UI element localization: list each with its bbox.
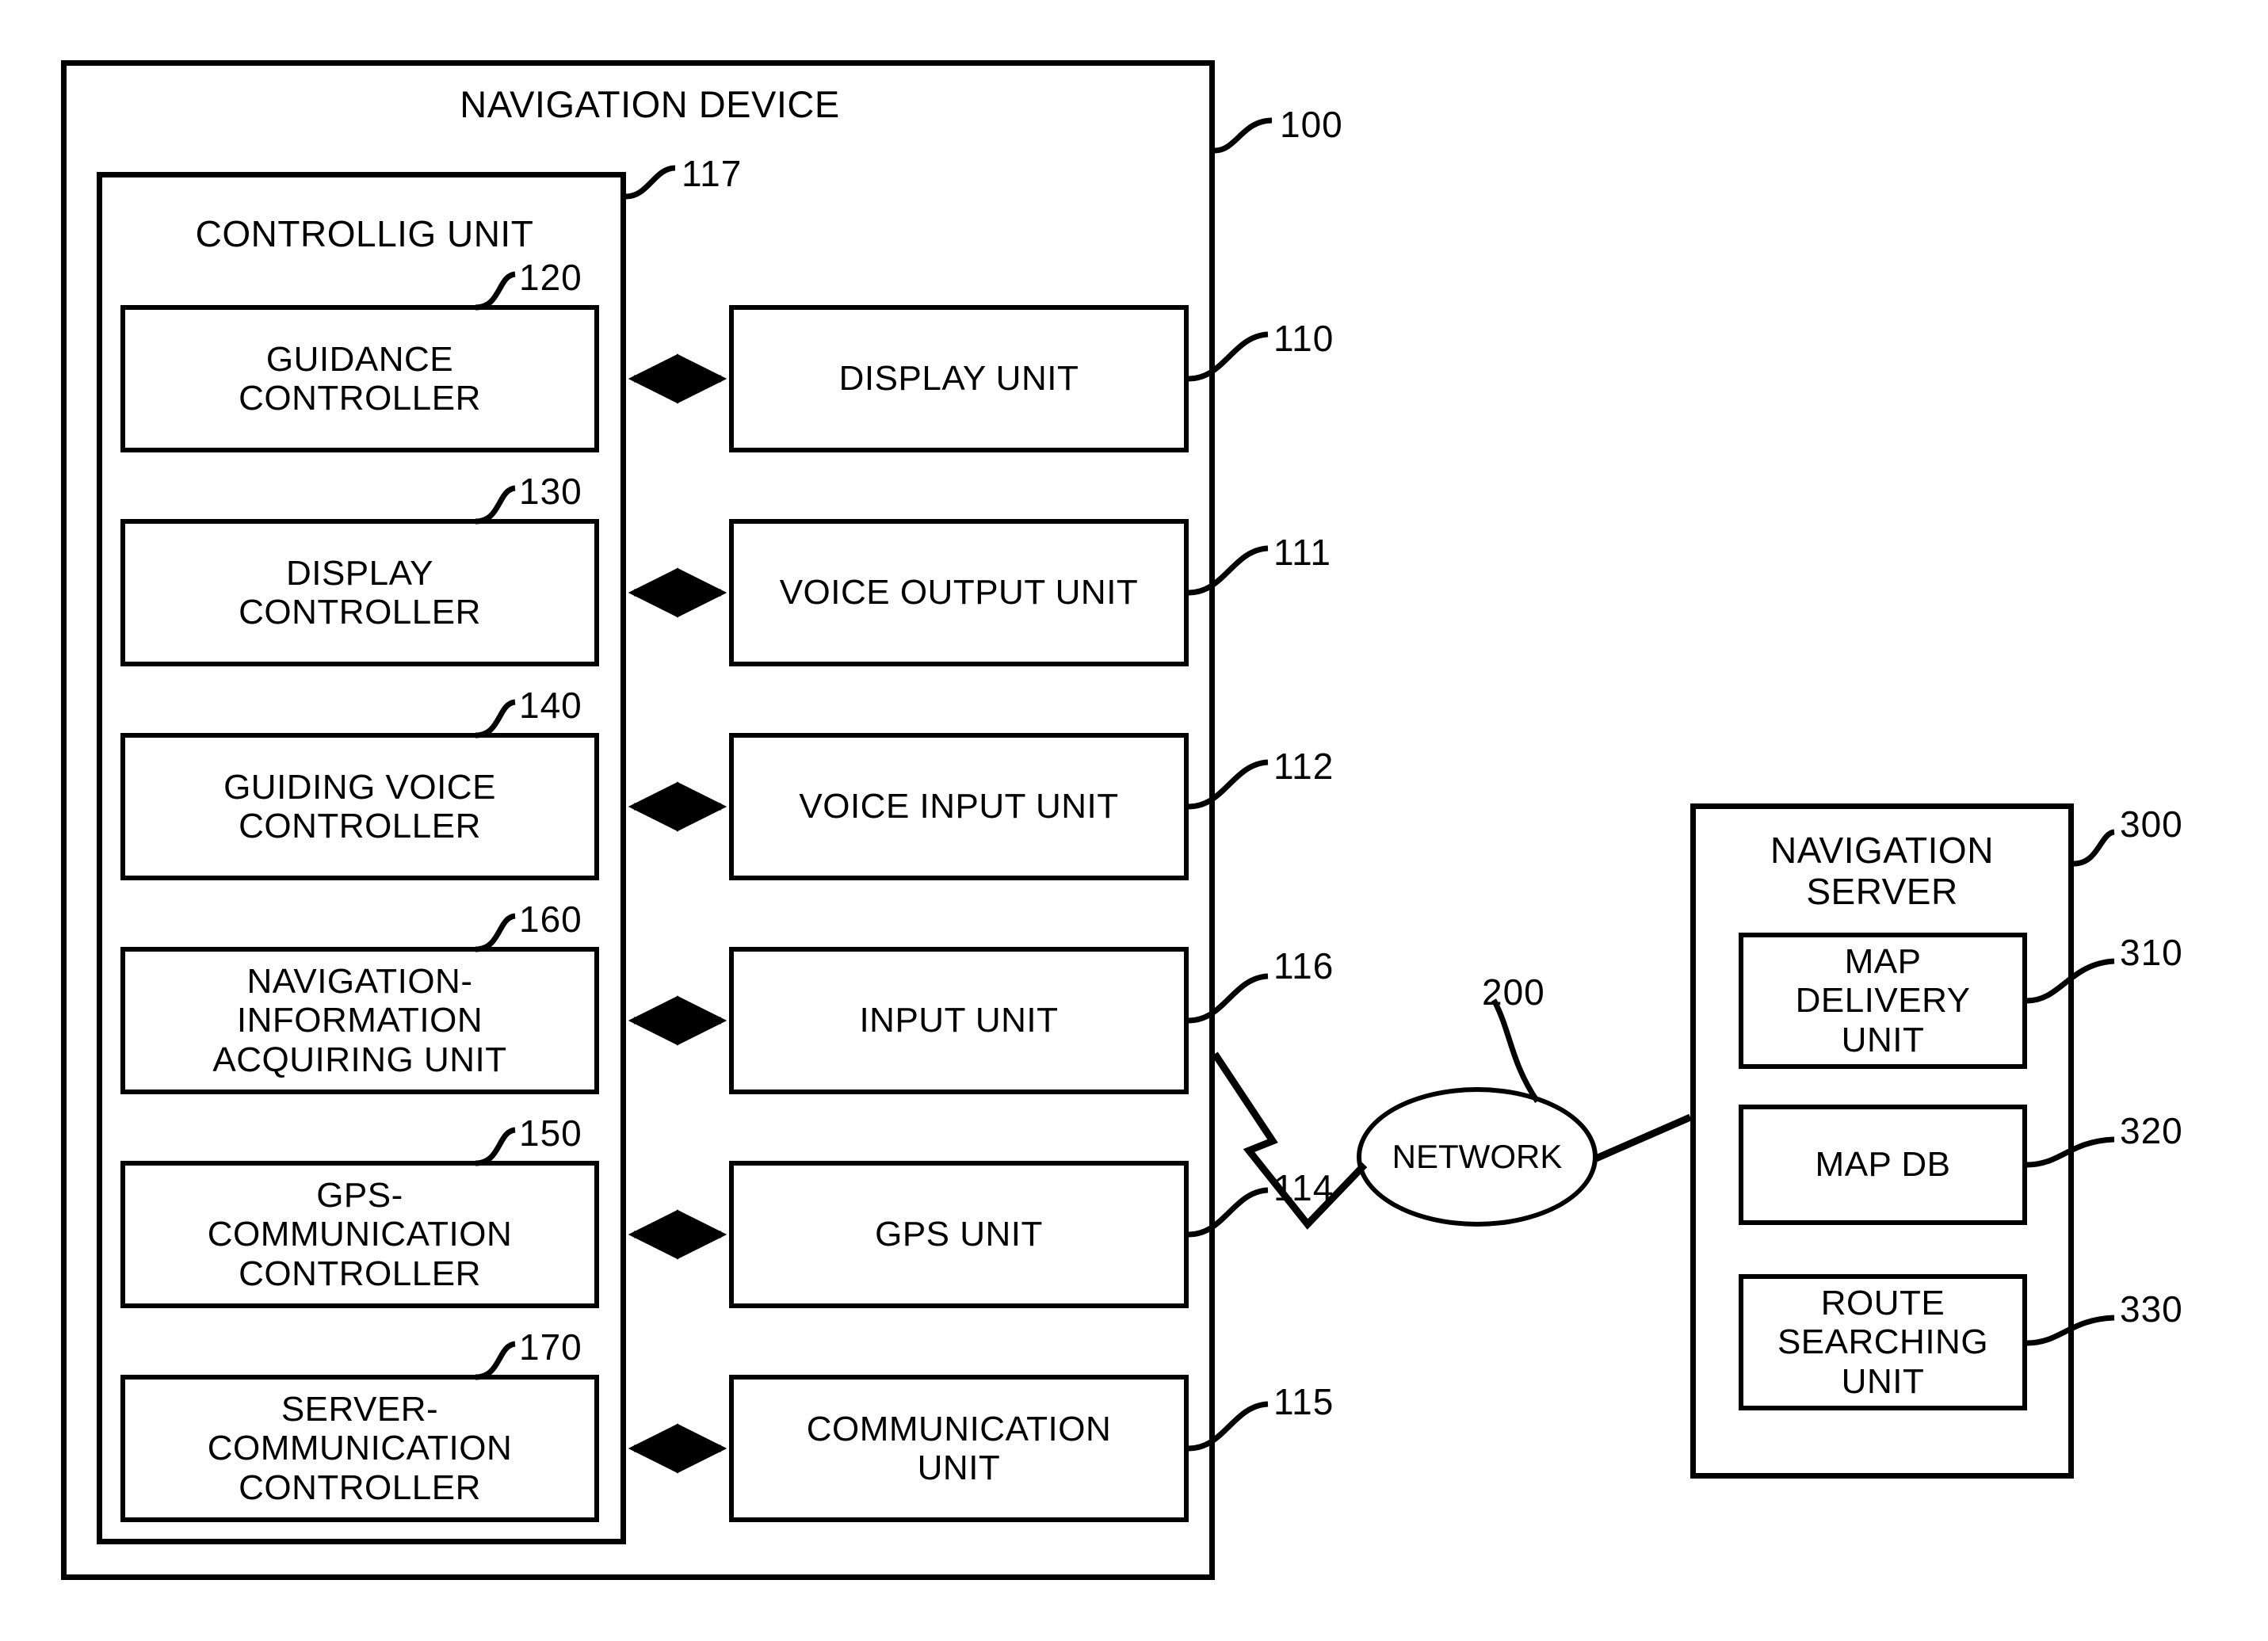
block-guidance-controller[interactable]: GUIDANCE CONTROLLER — [120, 305, 599, 452]
patent-figure-canvas: NAVIGATION DEVICE CONTROLLIG UNIT GUIDAN… — [0, 0, 2268, 1641]
block-voice-input-unit-label: VOICE INPUT UNIT — [799, 787, 1119, 826]
refnum-300: 300 — [2120, 803, 2183, 845]
block-display-unit-label: DISPLAY UNIT — [838, 359, 1079, 399]
refnum-114: 114 — [1273, 1167, 1334, 1208]
refnum-112: 112 — [1273, 746, 1334, 787]
controlling-unit-title: CONTROLLIG UNIT — [195, 213, 534, 254]
leader-100 — [1214, 117, 1273, 154]
network-ellipse[interactable]: NETWORK — [1357, 1087, 1598, 1227]
block-gps-communication-controller[interactable]: GPS- COMMUNICATION CONTROLLER — [120, 1161, 599, 1308]
block-gps-unit-label: GPS UNIT — [875, 1215, 1043, 1254]
refnum-130: 130 — [519, 471, 582, 512]
navigation-server-title: NAVIGATION SERVER — [1770, 830, 1994, 912]
block-guiding-voice-controller[interactable]: GUIDING VOICE CONTROLLER — [120, 733, 599, 880]
block-gps-communication-controller-label: GPS- COMMUNICATION CONTROLLER — [207, 1176, 513, 1293]
refnum-100: 100 — [1280, 104, 1343, 145]
network-label: NETWORK — [1392, 1138, 1563, 1175]
block-gps-unit[interactable]: GPS UNIT — [729, 1161, 1189, 1308]
block-input-unit-label: INPUT UNIT — [859, 1001, 1059, 1040]
block-display-controller[interactable]: DISPLAY CONTROLLER — [120, 519, 599, 666]
refnum-320: 320 — [2120, 1110, 2183, 1151]
block-map-delivery-unit[interactable]: MAP DELIVERY UNIT — [1739, 933, 2027, 1069]
refnum-170: 170 — [519, 1326, 582, 1368]
block-server-communication-controller-label: SERVER- COMMUNICATION CONTROLLER — [207, 1390, 513, 1507]
block-voice-input-unit[interactable]: VOICE INPUT UNIT — [729, 733, 1189, 880]
block-route-searching-unit-label: ROUTE SEARCHING UNIT — [1777, 1284, 1989, 1401]
block-navigation-information-acquiring-unit[interactable]: NAVIGATION- INFORMATION ACQUIRING UNIT — [120, 947, 599, 1094]
refnum-110: 110 — [1273, 318, 1334, 359]
block-map-db[interactable]: MAP DB — [1739, 1105, 2027, 1225]
block-map-delivery-unit-label: MAP DELIVERY UNIT — [1795, 942, 1971, 1059]
block-route-searching-unit[interactable]: ROUTE SEARCHING UNIT — [1739, 1274, 2027, 1410]
refnum-140: 140 — [519, 685, 582, 726]
refnum-150: 150 — [519, 1112, 582, 1154]
block-navigation-information-acquiring-unit-label: NAVIGATION- INFORMATION ACQUIRING UNIT — [212, 962, 507, 1079]
navigation-device-title: NAVIGATION DEVICE — [460, 83, 840, 125]
block-communication-unit-label: COMMUNICATION UNIT — [806, 1409, 1112, 1487]
refnum-120: 120 — [519, 257, 582, 298]
refnum-160: 160 — [519, 899, 582, 940]
block-voice-output-unit-label: VOICE OUTPUT UNIT — [779, 573, 1139, 613]
block-display-controller-label: DISPLAY CONTROLLER — [239, 553, 481, 632]
refnum-111: 111 — [1273, 532, 1331, 573]
refnum-115: 115 — [1273, 1381, 1334, 1422]
block-communication-unit[interactable]: COMMUNICATION UNIT — [729, 1375, 1189, 1522]
block-input-unit[interactable]: INPUT UNIT — [729, 947, 1189, 1094]
leader-200 — [1491, 998, 1540, 1103]
block-guidance-controller-label: GUIDANCE CONTROLLER — [239, 339, 481, 418]
refnum-330: 330 — [2120, 1288, 2183, 1330]
refnum-200: 200 — [1482, 971, 1545, 1013]
refnum-116: 116 — [1273, 945, 1334, 987]
refnum-310: 310 — [2120, 932, 2183, 973]
block-server-communication-controller[interactable]: SERVER- COMMUNICATION CONTROLLER — [120, 1375, 599, 1522]
block-display-unit[interactable]: DISPLAY UNIT — [729, 305, 1189, 452]
refnum-117: 117 — [682, 153, 743, 194]
block-guiding-voice-controller-label: GUIDING VOICE CONTROLLER — [223, 767, 496, 845]
block-voice-output-unit[interactable]: VOICE OUTPUT UNIT — [729, 519, 1189, 666]
network-to-server-line — [1594, 1113, 1692, 1162]
block-map-db-label: MAP DB — [1815, 1145, 1951, 1185]
leader-300 — [2073, 829, 2116, 867]
